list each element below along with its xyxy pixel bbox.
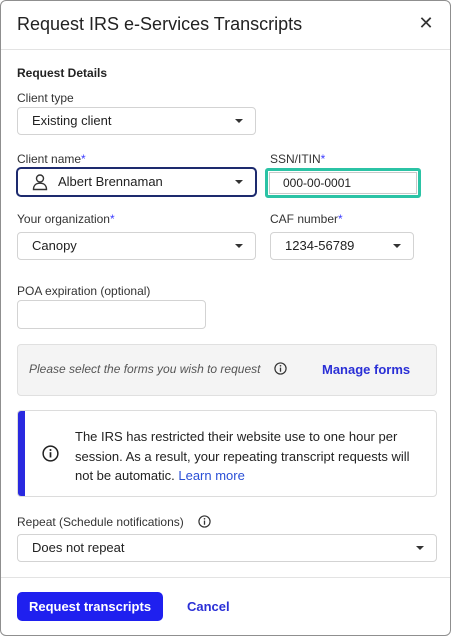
- irs-notice: The IRS has restricted their website use…: [17, 410, 437, 497]
- manage-forms-link[interactable]: Manage forms: [322, 362, 410, 377]
- close-icon[interactable]: ✕: [417, 14, 435, 34]
- client-type-select[interactable]: Existing client: [17, 107, 256, 135]
- chevron-down-icon: [416, 546, 424, 550]
- organization-select[interactable]: Canopy: [17, 232, 256, 260]
- poa-expiration-input[interactable]: [17, 300, 206, 329]
- person-icon: [32, 174, 48, 191]
- repeat-label: Repeat (Schedule notifications): [17, 515, 184, 529]
- cancel-button[interactable]: Cancel: [187, 599, 230, 614]
- poa-label: POA expiration (optional): [17, 284, 151, 298]
- organization-value: Canopy: [32, 238, 77, 253]
- notice-text: The IRS has restricted their website use…: [75, 429, 410, 483]
- forms-prompt: Please select the forms you wish to requ…: [29, 362, 261, 376]
- chevron-down-icon: [393, 244, 401, 248]
- client-name-label: Client name*: [17, 152, 86, 166]
- chevron-down-icon: [235, 119, 243, 123]
- learn-more-link[interactable]: Learn more: [178, 468, 244, 483]
- caf-select[interactable]: 1234-56789: [270, 232, 414, 260]
- repeat-value: Does not repeat: [32, 540, 125, 555]
- client-type-value: Existing client: [32, 113, 112, 128]
- client-name-value: Albert Brennaman: [58, 174, 163, 189]
- organization-label: Your organization*: [17, 212, 115, 226]
- repeat-select[interactable]: Does not repeat: [17, 534, 437, 562]
- chevron-down-icon: [235, 180, 243, 184]
- request-transcripts-dialog: Request IRS e-Services Transcripts ✕ Req…: [0, 0, 451, 636]
- info-icon: [42, 445, 59, 462]
- section-title: Request Details: [17, 66, 108, 80]
- ssn-label: SSN/ITIN*: [270, 152, 326, 166]
- request-transcripts-button[interactable]: Request transcripts: [17, 592, 163, 621]
- ssn-highlight: 000-00-0001: [265, 168, 421, 198]
- dialog-title: Request IRS e-Services Transcripts: [17, 14, 303, 34]
- client-type-label: Client type: [17, 91, 74, 105]
- info-icon: [274, 362, 287, 375]
- dialog-header: Request IRS e-Services Transcripts ✕: [1, 1, 450, 50]
- ssn-input[interactable]: 000-00-0001: [269, 172, 417, 194]
- forms-box: Please select the forms you wish to requ…: [17, 344, 437, 396]
- caf-label: CAF number*: [270, 212, 343, 226]
- chevron-down-icon: [235, 244, 243, 248]
- client-name-select[interactable]: Albert Brennaman: [17, 168, 256, 196]
- notice-accent-bar: [18, 411, 25, 496]
- info-icon: [198, 515, 211, 528]
- footer-divider: [1, 577, 450, 578]
- caf-value: 1234-56789: [285, 238, 355, 253]
